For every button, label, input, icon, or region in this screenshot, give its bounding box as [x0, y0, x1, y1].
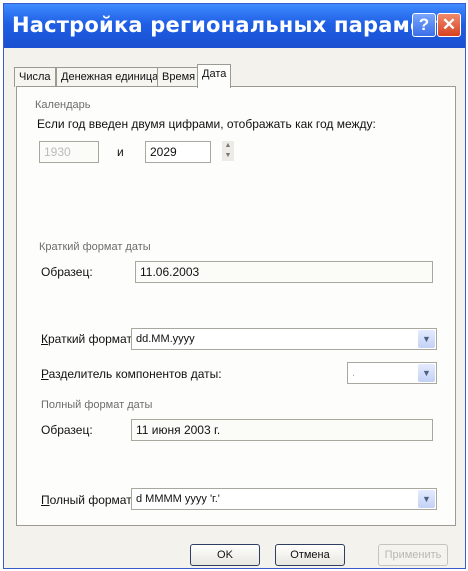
calendar-group-label: Календарь — [35, 99, 91, 111]
short-format-value: dd.MM.yyyy — [136, 333, 195, 345]
long-format-combo[interactable]: d MMMM yyyy 'г.' ▼ — [131, 488, 437, 510]
two-digit-year-label: Если год введен двумя цифрами, отображат… — [37, 117, 376, 131]
tab-currency[interactable]: Денежная единица — [56, 67, 164, 87]
tab-date[interactable]: Дата — [197, 64, 232, 88]
ok-button[interactable]: OK — [190, 544, 260, 566]
date-separator-label: Разделитель компонентов даты: — [41, 367, 222, 381]
spin-down-icon[interactable]: ▼ — [222, 151, 234, 161]
close-button[interactable]: ✕ — [437, 13, 461, 37]
short-format-group-label: Краткий формат даты — [39, 241, 151, 253]
and-label: и — [117, 145, 124, 159]
year-from-field: 1930 — [39, 141, 99, 163]
apply-button[interactable]: Применить — [378, 544, 448, 566]
short-sample-label: Образец: — [41, 265, 93, 279]
long-format-group-label: Полный формат даты — [41, 399, 153, 411]
tab-time[interactable]: Время — [157, 67, 201, 87]
cancel-button[interactable]: Отмена — [275, 544, 345, 566]
chevron-down-icon[interactable]: ▼ — [418, 490, 435, 508]
date-separator-combo[interactable]: . ▼ — [347, 362, 437, 384]
chevron-down-icon[interactable]: ▼ — [418, 364, 435, 382]
long-format-value: d MMMM yyyy 'г.' — [136, 493, 220, 505]
dialog-window: Настройка региональных парамет... ? ✕ Чи… — [3, 3, 466, 569]
help-button[interactable]: ? — [412, 13, 436, 37]
spin-up-icon[interactable]: ▲ — [222, 141, 234, 151]
year-to-field[interactable]: 2029 — [145, 141, 211, 163]
long-format-label: Полный формат: — [41, 493, 136, 507]
short-format-combo[interactable]: dd.MM.yyyy ▼ — [131, 328, 437, 350]
long-sample-field: 11 июня 2003 г. — [131, 419, 433, 441]
window-title: Настройка региональных парамет... — [12, 13, 462, 37]
date-separator-value: . — [352, 367, 356, 379]
year-spinner[interactable]: ▲ ▼ — [222, 141, 234, 161]
title-bar[interactable]: Настройка региональных парамет... ? ✕ — [4, 4, 465, 48]
long-sample-label: Образец: — [41, 423, 93, 437]
short-format-label: Краткий формат: — [41, 332, 136, 346]
date-tab-panel: Календарь Если год введен двумя цифрами,… — [16, 86, 456, 526]
tab-numbers[interactable]: Числа — [14, 67, 56, 87]
chevron-down-icon[interactable]: ▼ — [418, 330, 435, 348]
short-sample-field: 11.06.2003 — [135, 261, 433, 283]
